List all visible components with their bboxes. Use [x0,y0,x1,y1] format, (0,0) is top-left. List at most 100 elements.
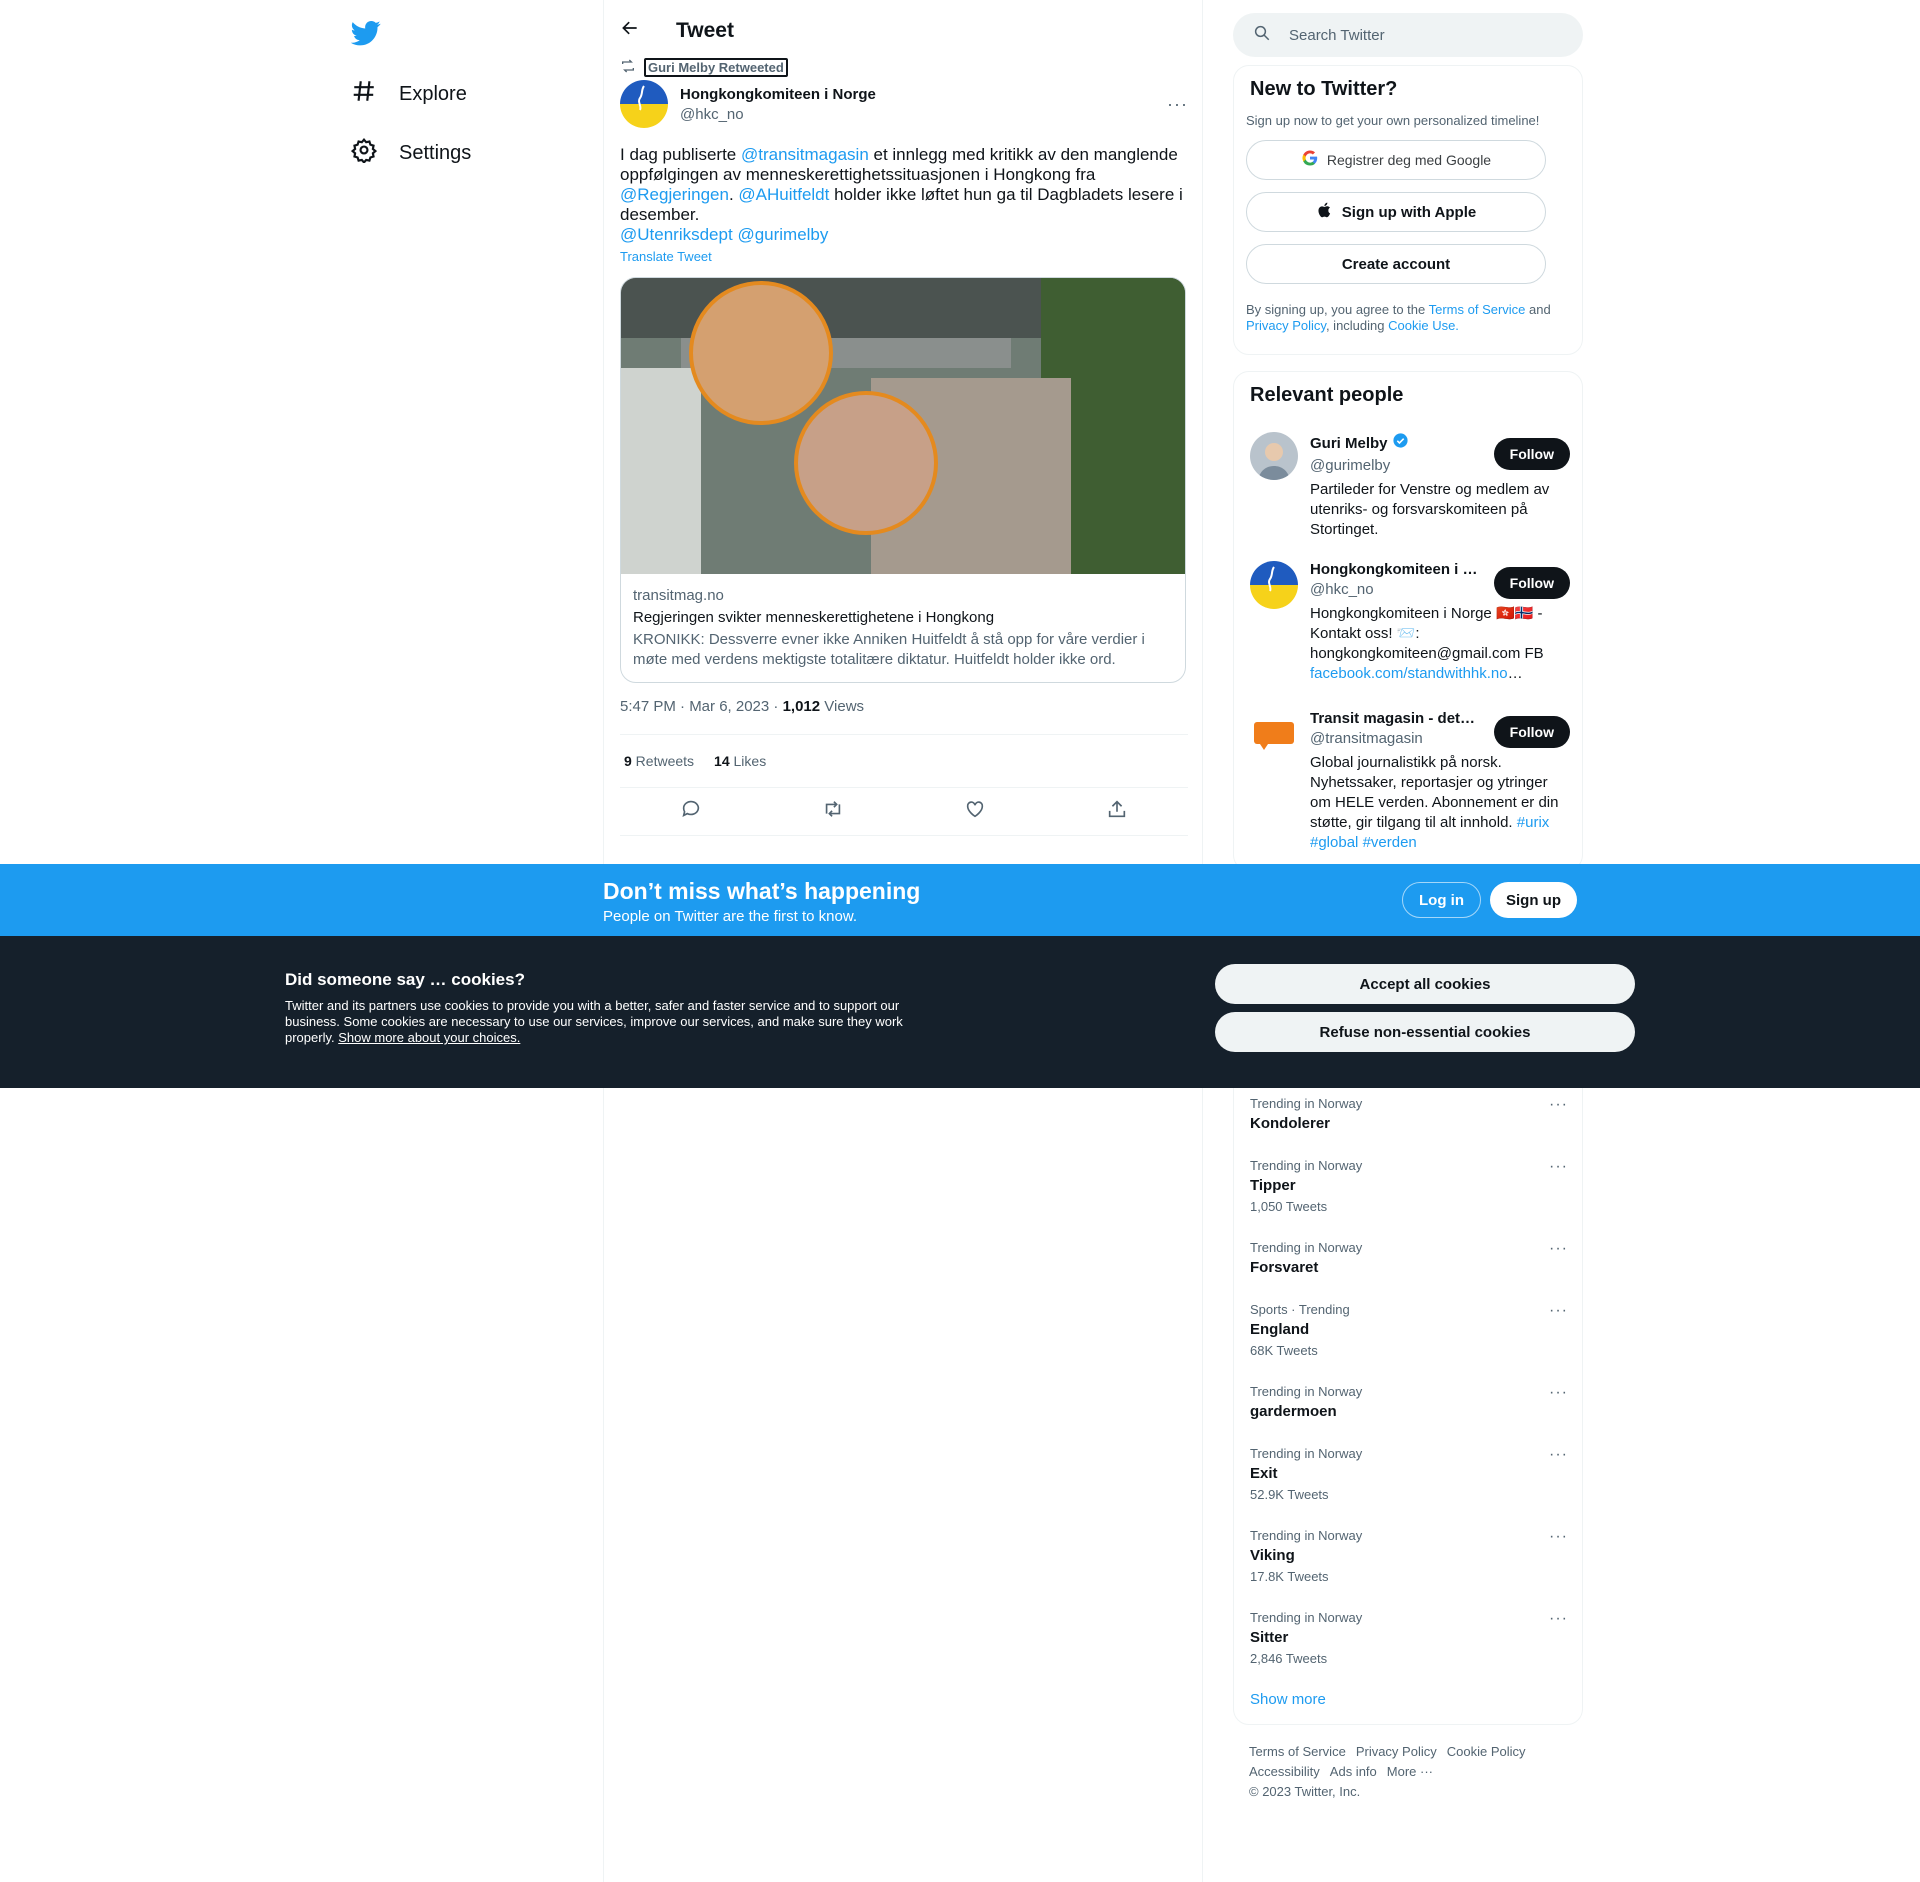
bio-link[interactable]: facebook.com/standwithhk.no [1310,665,1508,682]
follow-button[interactable]: Follow [1493,716,1570,748]
share-icon[interactable] [1106,798,1128,825]
trend-context: Trending in Norway [1250,1528,1363,1543]
avatar[interactable] [1250,561,1298,609]
more-options-icon[interactable]: ··· [1167,94,1188,115]
apple-icon [1316,201,1334,223]
trend-context: Trending in Norway [1250,1096,1363,1111]
person-hkc-no[interactable]: Hongkongkomiteen i … @hkc_no Hongkongkom… [1250,561,1570,684]
person-name[interactable]: Guri Melby [1310,435,1388,452]
trend-context: Trending in Norway [1250,1384,1363,1399]
trend-item[interactable]: Trending in Norway gardermoen ··· [1250,1384,1568,1420]
relevant-people-title: Relevant people [1250,384,1404,406]
author-name[interactable]: Hongkongkomiteen i Norge [680,86,876,103]
mention-link[interactable]: @Utenriksdept [620,225,733,244]
hashtag-link[interactable]: #urix [1517,814,1550,831]
relevant-people-panel: Relevant people Guri Melby @gurimelby Pa… [1233,371,1583,871]
retweet-action-icon[interactable] [822,798,844,825]
show-more-link[interactable]: Show more [1250,1691,1326,1708]
nav-settings[interactable]: Settings [350,133,471,173]
person-name[interactable]: Hongkongkomiteen i … [1310,561,1480,578]
more-options-icon[interactable]: ··· [1549,1096,1568,1114]
google-signup-button[interactable]: Registrer deg med Google [1246,140,1546,180]
footer-link[interactable]: Cookie Policy [1447,1744,1526,1759]
accept-cookies-button[interactable]: Accept all cookies [1215,964,1635,1004]
twitter-bird-icon[interactable] [350,18,391,58]
signup-banner: Don’t miss what’s happening People on Tw… [0,864,1920,936]
trend-item[interactable]: Trending in Norway Kondolerer ··· [1250,1096,1568,1132]
views-count: 1,012 [782,698,821,715]
like-heart-icon[interactable] [964,798,986,825]
trend-item[interactable]: Trending in Norway Sitter 2,846 Tweets ·… [1250,1610,1568,1666]
hashtag-link[interactable]: #verden [1363,834,1417,851]
cookie-choices-link[interactable]: Show more about your choices. [338,1030,520,1045]
privacy-link[interactable]: Privacy Policy [1246,318,1326,333]
cookie-consent-bar: Did someone say … cookies? Twitter and i… [0,936,1920,1088]
tweet-time[interactable]: 5:47 PM · Mar 6, 2023 · [620,698,783,715]
mention-link[interactable]: @gurimelby [737,225,828,244]
more-options-icon[interactable]: ··· [1549,1302,1568,1320]
avatar[interactable] [1250,432,1298,480]
tweet-actions [620,798,1188,825]
legal-text-part: By signing up, you agree to the [1246,302,1429,317]
apple-signup-button[interactable]: Sign up with Apple [1246,192,1546,232]
create-account-button[interactable]: Create account [1246,244,1546,284]
person-name[interactable]: Transit magasin - det… [1310,710,1480,727]
bio-text: Hongkongkomiteen i Norge 🇭🇰🇳🇴 - Kontakt … [1310,605,1544,662]
new-to-twitter-title: New to Twitter? [1250,78,1398,100]
cookie-use-link[interactable]: Cookie Use. [1388,318,1459,333]
more-options-icon[interactable]: ··· [1549,1384,1568,1402]
person-guri-melby[interactable]: Guri Melby @gurimelby Partileder for Ven… [1250,432,1570,540]
login-button[interactable]: Log in [1402,882,1481,918]
more-options-icon[interactable]: ··· [1549,1446,1568,1464]
trend-context: Trending in Norway [1250,1158,1363,1173]
person-transitmagasin[interactable]: Transit magasin - det… @transitmagasin G… [1250,710,1570,853]
link-card[interactable]: transitmag.no Regjeringen svikter mennes… [620,277,1186,683]
author-handle[interactable]: @hkc_no [680,106,876,123]
follow-button[interactable]: Follow [1493,438,1570,470]
more-options-icon[interactable]: ··· [1549,1610,1568,1628]
refuse-cookies-button[interactable]: Refuse non-essential cookies [1215,1012,1635,1052]
back-arrow-icon[interactable] [620,18,640,43]
banner-subtitle: People on Twitter are the first to know. [603,908,858,925]
signup-button[interactable]: Sign up [1490,882,1577,918]
avatar[interactable] [1250,710,1298,758]
mention-link[interactable]: @transitmagasin [741,145,869,164]
follow-button[interactable]: Follow [1493,567,1570,599]
trend-item[interactable]: Trending in Norway Tipper 1,050 Tweets ·… [1250,1158,1568,1214]
banner-title: Don’t miss what’s happening [603,878,921,904]
footer-link[interactable]: Terms of Service [1249,1744,1346,1759]
more-options-icon[interactable]: ··· [1549,1528,1568,1546]
trend-item[interactable]: Trending in Norway Viking 17.8K Tweets ·… [1250,1528,1568,1584]
trend-item[interactable]: Trending in Norway Exit 52.9K Tweets ··· [1250,1446,1568,1502]
trend-count: 68K Tweets [1250,1343,1318,1358]
trend-name: Exit [1250,1465,1278,1482]
more-options-icon[interactable]: ··· [1549,1240,1568,1258]
hashtag-link[interactable]: #global [1310,834,1358,851]
tweet-text-part: . [728,185,739,204]
search-input[interactable]: Search Twitter [1233,13,1583,57]
trend-count: 17.8K Tweets [1250,1569,1329,1584]
trend-context: Sports · Trending [1250,1302,1350,1317]
retweets-stat[interactable]: 9 Retweets [624,753,694,769]
more-options-icon[interactable]: ··· [1549,1158,1568,1176]
footer-link[interactable]: More ··· [1387,1764,1433,1779]
trend-name: Forsvaret [1250,1259,1319,1276]
reply-icon[interactable] [680,798,702,825]
avatar[interactable] [620,80,668,128]
terms-link[interactable]: Terms of Service [1429,302,1526,317]
trend-name: gardermoen [1250,1403,1337,1420]
retweeted-by-link[interactable]: Guri Melby Retweeted [644,58,788,77]
mention-link[interactable]: @AHuitfeldt [738,185,829,204]
mention-link[interactable]: @Regjeringen [620,185,729,204]
likes-stat[interactable]: 14 Likes [714,753,766,769]
footer-link[interactable]: Privacy Policy [1356,1744,1437,1759]
footer-link[interactable]: Accessibility [1249,1764,1320,1779]
hash-icon [351,78,377,110]
nav-explore[interactable]: Explore [351,74,467,114]
translate-tweet-link[interactable]: Translate Tweet [620,249,712,264]
trend-item[interactable]: Sports · Trending England 68K Tweets ··· [1250,1302,1568,1358]
new-to-twitter-panel: New to Twitter? Sign up now to get your … [1233,65,1583,355]
trend-item[interactable]: Trending in Norway Forsvaret ··· [1250,1240,1568,1276]
tweet-text: I dag publiserte @transitmagasin et innl… [620,145,1190,245]
footer-link[interactable]: Ads info [1330,1764,1377,1779]
